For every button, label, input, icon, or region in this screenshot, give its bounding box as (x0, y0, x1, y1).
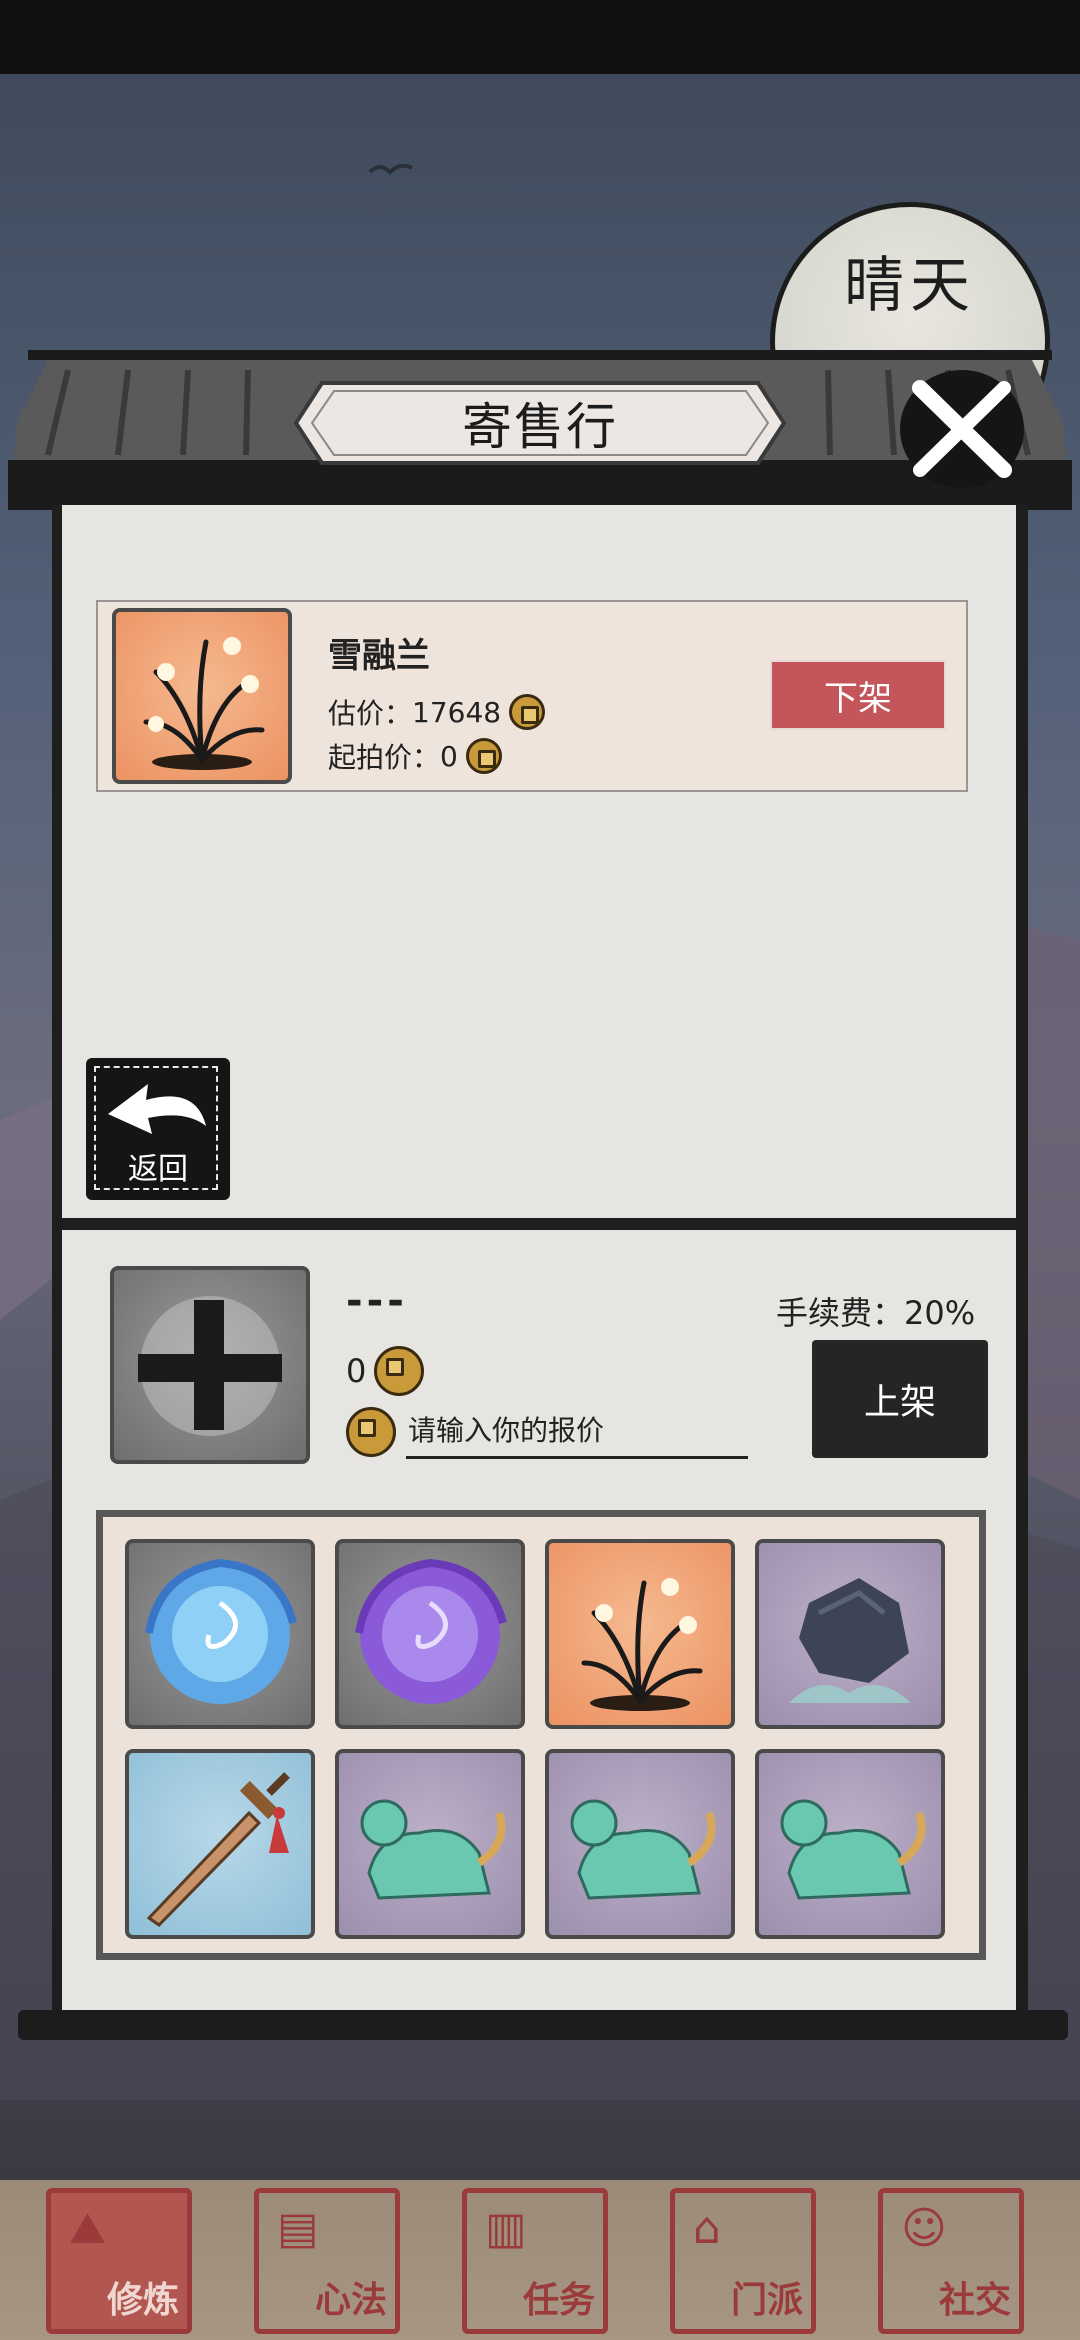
orchid-icon (545, 1539, 735, 1729)
nav-cultivate-label: 修炼 (106, 2280, 179, 2321)
nav-sect[interactable]: ⌂ 门派 (670, 2188, 816, 2334)
listing-card: 雪融兰 估价： 17648 起拍价： 0 下架 (96, 600, 968, 792)
close-button[interactable] (900, 370, 1024, 488)
inventory-slot[interactable] (755, 1539, 945, 1729)
fee-label: 手续费：20% (776, 1294, 976, 1332)
listing-item-name: 雪融兰 (328, 636, 430, 676)
blue-vortex-icon (125, 1539, 315, 1729)
rock-icon (755, 1539, 945, 1729)
sell-price-row: 0 (346, 1346, 425, 1396)
list-button[interactable]: 上架 (812, 1340, 988, 1458)
back-button[interactable]: 返回 (86, 1058, 230, 1200)
nav-cultivate[interactable]: ⛰ 修炼 (46, 2188, 192, 2334)
price-input[interactable] (406, 1405, 748, 1459)
task-icon: ▥ (485, 2203, 527, 2254)
purple-vortex-icon (335, 1539, 525, 1729)
panel-bottom-edge (18, 2010, 1068, 2040)
sell-item-name: --- (346, 1278, 408, 1324)
coin-icon (374, 1346, 425, 1396)
weather-label: 晴天 (844, 251, 976, 321)
sword-icon (125, 1749, 315, 1939)
nav-technique-label: 心法 (314, 2280, 387, 2321)
inventory-slot[interactable] (125, 1749, 315, 1939)
estimate-value: 17648 (412, 695, 502, 729)
inventory-slot[interactable] (545, 1539, 735, 1729)
inventory-slot[interactable] (335, 1539, 525, 1729)
title-banner: 寄售行 (292, 377, 788, 469)
inventory-slot[interactable] (335, 1749, 525, 1939)
beast-icon (545, 1749, 735, 1939)
price-input-row (346, 1404, 754, 1460)
start-price-value: 0 (440, 739, 458, 773)
nav-sect-label: 门派 (730, 2280, 803, 2321)
nav-social-label: 社交 (938, 2280, 1011, 2321)
inventory-slot[interactable] (125, 1539, 315, 1729)
sell-price-value: 0 (346, 1352, 367, 1390)
bird-icon (368, 163, 413, 175)
scroll-icon: ▤ (277, 2203, 319, 2254)
coin-icon (346, 1407, 396, 1457)
orchid-icon[interactable] (112, 608, 292, 784)
inventory-grid (96, 1510, 986, 1960)
sell-item-slot[interactable] (110, 1266, 310, 1464)
start-price-row: 起拍价： 0 (328, 736, 502, 776)
estimate-row: 估价： 17648 (328, 692, 546, 732)
nav-technique[interactable]: ▤ 心法 (254, 2188, 400, 2334)
estimate-label: 估价： (328, 697, 413, 730)
coin-icon (465, 738, 502, 774)
page-title: 寄售行 (462, 398, 618, 456)
beast-icon (755, 1749, 945, 1939)
close-icon (912, 380, 1012, 478)
social-icon: ☺ (901, 2203, 947, 2254)
nav-task-label: 任务 (522, 2280, 595, 2321)
status-bar (0, 0, 1080, 74)
panel-divider (52, 1218, 1028, 1230)
cultivate-icon: ⛰ (69, 2203, 106, 2254)
coin-icon (509, 694, 546, 730)
back-label: 返回 (128, 1152, 188, 1187)
sect-icon: ⌂ (693, 2203, 721, 2254)
delist-button[interactable]: 下架 (770, 660, 946, 730)
nav-social[interactable]: ☺ 社交 (878, 2188, 1024, 2334)
nav-task[interactable]: ▥ 任务 (462, 2188, 608, 2334)
beast-icon (335, 1749, 525, 1939)
add-icon (138, 1296, 282, 1436)
start-price-label: 起拍价： (328, 741, 441, 774)
inventory-slot[interactable] (755, 1749, 945, 1939)
inventory-slot[interactable] (545, 1749, 735, 1939)
